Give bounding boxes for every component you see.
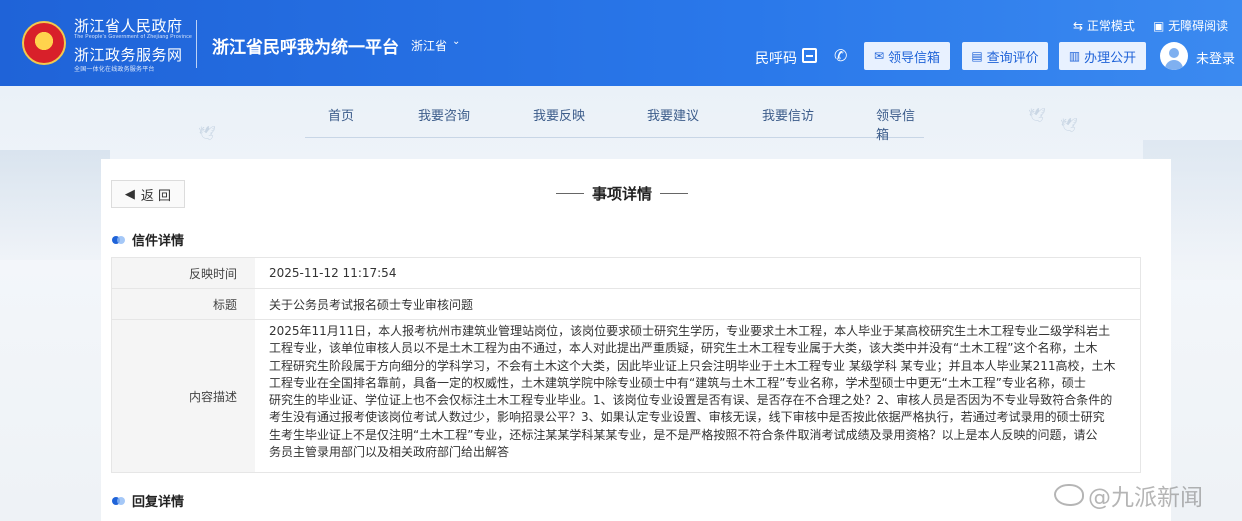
watermark-text: @九派新闻 [1088,485,1203,511]
title-line-left [556,192,584,194]
time-label: 反映时间 [112,258,255,288]
gov-subtitle: The People's Government of Zhejiang Prov… [74,34,193,40]
national-emblem-icon [22,21,66,65]
back-label: 返 回 [140,188,172,204]
time-value: 2025-11-12 11:17:54 [269,266,397,280]
section-dot-icon [112,496,126,506]
weibo-logo-icon [1054,484,1084,506]
affairs-public-label: 办理公开 [1084,50,1137,66]
query-review-button[interactable]: ▤ 查询评价 [962,42,1048,70]
title-value: 关于公务员考试报名硕士专业审核问题 [269,297,474,312]
nav-item-home[interactable]: 首页 [328,105,354,124]
user-avatar-icon[interactable] [1160,42,1188,70]
table-row: 标题 关于公务员考试报名硕士专业审核问题 [112,289,1140,320]
table-row: 内容描述 2025年11月11日，本人报考杭州市建筑业管理站岗位，该岗位要求硕士… [112,320,1140,472]
description-line: 工程专业在全国排名靠前，具备一定的权威性，土木建筑学院中除专业硕士中有“建筑与土… [269,375,1086,390]
description-line: 研究生的毕业证、学位证上也不会仅标注土木工程专业毕业。1、该岗位专业设置是否有误… [269,393,1113,408]
page-title-wrap: 事项详情 [556,183,689,203]
description-line: 2025年11月11日，本人报考杭州市建筑业管理站岗位，该岗位要求硕士研究生学历… [269,324,1111,338]
nav-item-leader-mailbox[interactable]: 领导信箱 [876,105,924,143]
platform-title[interactable]: 浙江省民呼我为统一平台 [212,33,399,58]
mail-icon: ✉ [873,49,885,63]
dove-icon: 🕊 [198,126,216,142]
header-divider [196,20,197,68]
description-value: 2025年11月11日，本人报考杭州市建筑业管理站岗位，该岗位要求硕士研究生学历… [255,320,1140,472]
title-label: 标题 [112,289,255,319]
description-line: 考生没有通过报考使该岗位考试人数过少，影响招录公平？3、如果认定专业设置、审核无… [269,410,1105,425]
nav-item-consult[interactable]: 我要咨询 [418,105,470,124]
description-line: 工程研究生阶段属于方向细分的学科学习，不会有土木这个大类，因此毕业证上只会注明毕… [269,358,1116,373]
description-line: 工程专业，该单位审核人员以不是土木工程为由不通过，本人对此提出严重质疑，研究生土… [269,341,1098,356]
query-review-label: 查询评价 [986,50,1039,66]
nav-item-report[interactable]: 我要反映 [533,105,585,124]
watermark: @九派新闻 [1054,478,1203,512]
normal-mode-toggle[interactable]: ⇆ 正常模式 [1073,17,1135,34]
letter-section-header: 信件详情 [112,230,184,249]
reply-section-title: 回复详情 [132,495,185,510]
normal-mode-label: 正常模式 [1086,19,1135,33]
document-icon: ▥ [1068,49,1081,63]
login-link[interactable]: 未登录 [1196,48,1235,67]
phone-icon[interactable]: ✆ [834,46,847,65]
description-label: 内容描述 [112,320,255,472]
dove-icon: 🕊 [1060,118,1078,134]
service-subtitle: 全国一体化在线政务服务平台 [74,66,155,73]
title-line-right [660,192,689,194]
dove-icon: 🕊 [1028,108,1046,124]
accessible-mode-toggle[interactable]: ▣ 无障碍阅读 [1153,17,1228,34]
leader-mailbox-button[interactable]: ✉ 领导信箱 [864,42,950,70]
table-row: 反映时间 2025-11-12 11:17:54 [112,258,1140,289]
main-nav: 首页 我要咨询 我要反映 我要建议 我要信访 领导信箱 [305,98,924,143]
back-button[interactable]: ◀ 返 回 [111,180,185,208]
scan-qr-icon[interactable] [802,48,817,63]
top-header: 浙江省人民政府 The People's Government of Zheji… [0,0,1242,86]
page-title: 事项详情 [592,184,653,203]
affairs-public-button[interactable]: ▥ 办理公开 [1059,42,1146,70]
book-icon: ▣ [1153,19,1165,33]
letter-detail-table: 反映时间 2025-11-12 11:17:54 标题 关于公务员考试报名硕士专… [111,257,1141,473]
city-silhouette-left [0,150,110,260]
back-arrow-icon: ◀ [124,186,135,202]
description-line: 生考生毕业证上不是仅注明“土木工程”专业，还标注某某学科某某专业，是不是严格按照… [269,427,1098,442]
letter-section-title: 信件详情 [132,234,185,249]
gov-title[interactable]: 浙江省人民政府 [74,15,183,36]
nav-item-petition[interactable]: 我要信访 [762,105,814,124]
description-line: 务员主管录用部门以及相关政府部门给出解答 [269,445,510,460]
province-select[interactable]: 浙江省 [411,37,447,54]
mode-switch-icon: ⇆ [1073,19,1084,33]
service-title[interactable]: 浙江政务服务网 [74,44,183,65]
hotline-code-link[interactable]: 民呼码 [755,48,797,68]
section-dot-icon [112,235,126,245]
accessible-mode-label: 无障碍阅读 [1168,19,1229,33]
leader-mailbox-label: 领导信箱 [888,50,941,66]
chevron-down-icon[interactable]: ⌄ [452,36,460,47]
comment-icon: ▤ [971,49,983,63]
reply-section-header: 回复详情 [112,491,184,510]
nav-item-suggest[interactable]: 我要建议 [647,105,699,124]
